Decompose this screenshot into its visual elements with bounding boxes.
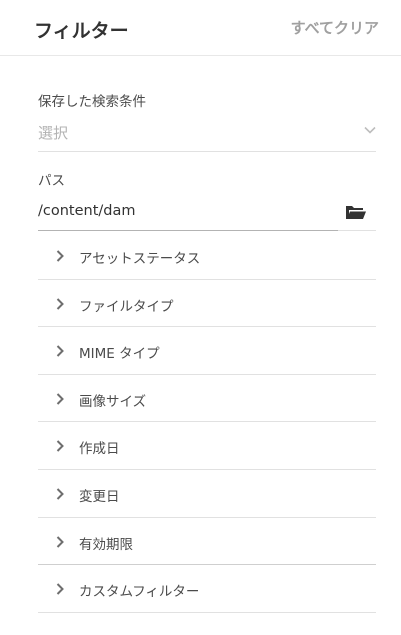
accordion-item-expiration[interactable]: 有効期限: [38, 518, 376, 566]
chevron-down-icon: [364, 126, 376, 134]
path-divider: [338, 230, 376, 231]
accordion-item-label: MIME タイプ: [79, 346, 160, 363]
chevron-right-icon: [56, 488, 64, 500]
chevron-right-icon: [56, 345, 64, 357]
filter-header: フィルター すべてクリア: [0, 0, 401, 56]
accordion-item-label: カスタムフィルター: [79, 584, 200, 601]
filter-accordion: アセットステータス ファイルタイプ MIME タイプ 画像サイズ 作成日 変更日…: [38, 232, 376, 613]
saved-search-select[interactable]: 選択: [38, 117, 376, 152]
accordion-item-image-size[interactable]: 画像サイズ: [38, 375, 376, 423]
chevron-right-icon: [56, 440, 64, 453]
accordion-item-file-type[interactable]: ファイルタイプ: [38, 280, 376, 328]
path-input[interactable]: /content/dam: [38, 197, 338, 231]
path-value: /content/dam: [38, 203, 136, 219]
accordion-item-mime-type[interactable]: MIME タイプ: [38, 327, 376, 375]
accordion-item-created-date[interactable]: 作成日: [38, 422, 376, 470]
chevron-right-icon: [56, 297, 64, 310]
accordion-item-asset-status[interactable]: アセットステータス: [38, 232, 376, 280]
accordion-item-label: アセットステータス: [79, 251, 201, 267]
folder-open-icon[interactable]: [345, 203, 367, 221]
accordion-item-custom-filter[interactable]: カスタムフィルター: [38, 565, 376, 613]
accordion-item-label: 有効期限: [79, 536, 133, 553]
chevron-right-icon: [56, 393, 64, 405]
panel-title: フィルター: [34, 20, 129, 42]
accordion-item-label: ファイルタイプ: [79, 298, 174, 315]
accordion-item-label: 画像サイズ: [79, 393, 147, 410]
filter-panel: フィルター すべてクリア 保存した検索条件 選択 パス /content/dam…: [0, 0, 401, 635]
clear-all-button[interactable]: すべてクリア: [291, 17, 379, 38]
chevron-right-icon: [56, 583, 64, 595]
accordion-item-label: 変更日: [79, 488, 120, 505]
saved-search-value: 選択: [38, 124, 69, 142]
saved-search-label: 保存した検索条件: [38, 94, 146, 110]
chevron-right-icon: [56, 250, 64, 262]
chevron-right-icon: [56, 535, 64, 548]
accordion-item-label: 作成日: [79, 441, 120, 458]
path-label: パス: [38, 173, 65, 189]
accordion-item-modified-date[interactable]: 変更日: [38, 470, 376, 518]
